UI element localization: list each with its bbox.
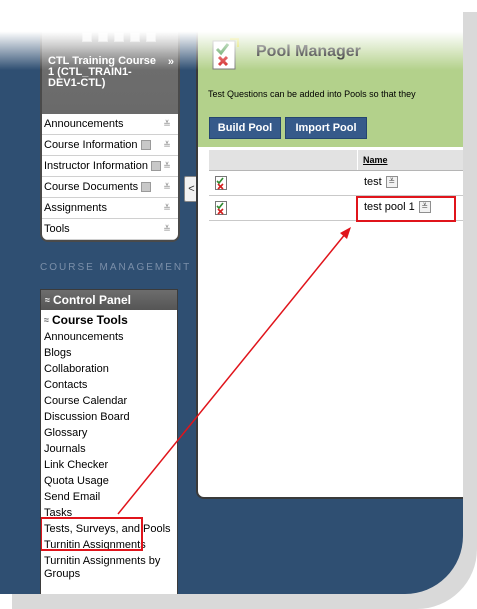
pool-manager-icon [212,38,239,70]
table-header: Name [209,150,463,171]
column-divider [357,150,358,170]
control-panel-header[interactable]: ≈ Control Panel [41,290,177,310]
highlight-box [41,517,143,551]
course-menu: CTL Training Course 1 (CTL_TRAIN1-DEV1-C… [40,26,180,242]
page-title: Pool Manager [256,43,361,60]
chevron-left-icon: < [188,183,195,195]
course-management-label: COURSE MANAGEMENT [40,262,192,273]
tool-link-checker[interactable]: Link Checker [41,458,177,474]
control-panel: ≈ Control Panel ≈ Course Tools Announcem… [40,289,178,594]
chevron-down-icon[interactable]: ≚ [162,224,172,235]
course-item-label: Announcements [44,118,124,130]
tool-discussion-board[interactable]: Discussion Board [41,410,177,426]
course-item-label: Instructor Information [44,160,148,172]
page-instructions: Test Questions can be added into Pools s… [208,89,416,99]
folder-view-icon[interactable] [98,32,108,42]
window-icon[interactable] [114,32,124,42]
name-column-header[interactable]: Name [363,155,388,165]
pool-manager-panel: Pool Manager Test Questions can be added… [196,25,463,499]
pool-manager-header: Pool Manager Test Questions can be added… [198,27,463,147]
tool-collaboration[interactable]: Collaboration [41,362,177,378]
list-view-icon[interactable] [82,32,92,42]
highlight-box [356,196,456,222]
chevron-down-icon[interactable]: ≚ [162,119,172,130]
tool-blogs[interactable]: Blogs [41,346,177,362]
double-chevron-up-icon: ≈ [44,315,49,325]
pool-table: Name test ≚ test pool 1 ≚ [209,150,463,222]
import-pool-button[interactable]: Import Pool [285,117,367,139]
content-area-icon [150,161,161,171]
tool-quota-usage[interactable]: Quota Usage [41,474,177,490]
keyboard-icon[interactable] [146,32,156,42]
tool-journals[interactable]: Journals [41,442,177,458]
tool-glossary[interactable]: Glossary [41,426,177,442]
chevron-down-icon[interactable]: ≚ [162,182,172,193]
course-item-announcements[interactable]: Announcements ≚ [42,114,178,135]
course-menu-list: Announcements ≚ Course Information ≚ Ins… [42,114,178,240]
menu-view-icons [82,32,156,48]
chevron-down-icon[interactable]: ≚ [162,140,172,151]
chevron-down-icon[interactable]: ≚ [162,203,172,214]
course-tools-header[interactable]: ≈ Course Tools [41,310,177,330]
course-menu-header: CTL Training Course 1 (CTL_TRAIN1-DEV1-C… [42,28,178,114]
tool-announcements[interactable]: Announcements [41,330,177,346]
content-area-icon [140,140,151,150]
course-title[interactable]: CTL Training Course 1 (CTL_TRAIN1-DEV1-C… [48,56,158,89]
pool-name-text[interactable]: test [364,176,382,188]
pool-icon [215,176,227,190]
pool-name[interactable]: test ≚ [364,176,398,188]
refresh-icon[interactable] [130,32,140,42]
screenshot-frame: CTL Training Course 1 (CTL_TRAIN1-DEV1-C… [0,0,477,609]
course-item-assignments[interactable]: Assignments ≚ [42,198,178,219]
double-chevron-right-icon[interactable]: » [168,56,174,68]
double-chevron-up-icon: ≈ [45,295,50,305]
course-item-label: Assignments [44,202,107,214]
tool-send-email[interactable]: Send Email [41,490,177,506]
control-panel-title: Control Panel [52,293,131,307]
course-item-course-information[interactable]: Course Information ≚ [42,135,178,156]
course-item-label: Course Information [44,139,138,151]
chevron-down-icon[interactable]: ≚ [162,161,172,172]
pool-icon [215,201,227,215]
chevron-down-icon[interactable]: ≚ [385,176,398,188]
build-pool-button[interactable]: Build Pool [209,117,281,139]
tool-course-calendar[interactable]: Course Calendar [41,394,177,410]
course-item-tools[interactable]: Tools ≚ [42,219,178,240]
course-item-instructor-information[interactable]: Instructor Information ≚ [42,156,178,177]
course-item-label: Tools [44,223,70,235]
course-item-course-documents[interactable]: Course Documents ≚ [42,177,178,198]
tool-contacts[interactable]: Contacts [41,378,177,394]
tool-turnitin-assignments-by-groups[interactable]: Turnitin Assignments by Groups [41,554,177,583]
course-tools-title: Course Tools [51,313,128,327]
course-item-label: Course Documents [44,181,139,193]
table-row: test pool 1 ≚ [209,196,463,222]
table-row: test ≚ [209,171,463,196]
content-area-icon [141,182,152,192]
screenshot: CTL Training Course 1 (CTL_TRAIN1-DEV1-C… [0,0,463,594]
